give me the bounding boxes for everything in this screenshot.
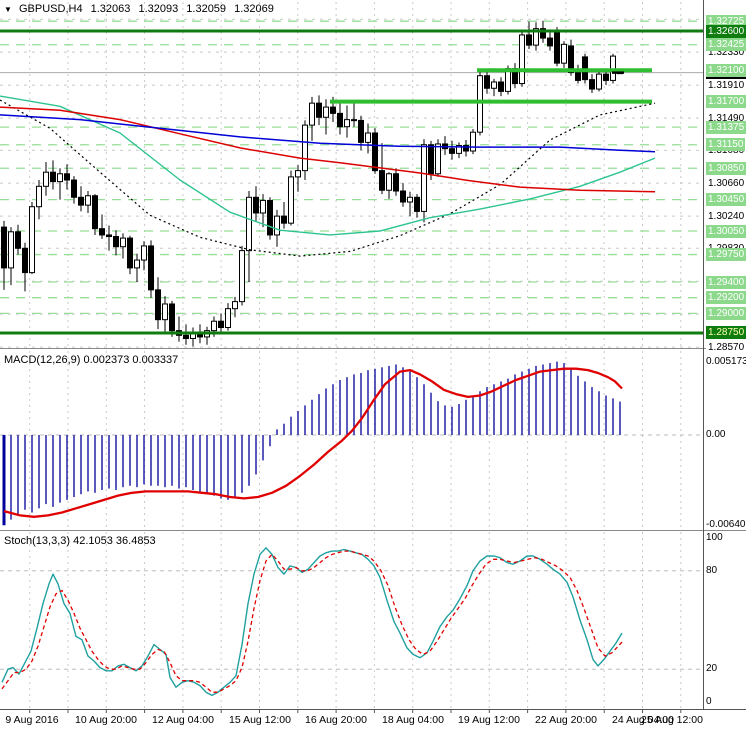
candle-body [302, 124, 308, 172]
candle-body [351, 119, 357, 122]
candle-body [386, 173, 392, 191]
candle-body [554, 31, 560, 64]
candle-body [22, 247, 28, 274]
candle-body [8, 231, 14, 269]
candle-body [155, 289, 161, 321]
candle-body [134, 259, 140, 269]
candle-body [400, 190, 406, 203]
candle-body [127, 237, 133, 269]
candle-body [218, 320, 224, 329]
candle-body [232, 301, 238, 310]
candle-body [148, 245, 154, 291]
candle-body [372, 132, 378, 172]
candle-body [393, 173, 399, 192]
candle-body [519, 34, 525, 85]
candle-body [330, 106, 336, 114]
candle-body [295, 170, 301, 178]
chart-close-value: 1.32069 [234, 3, 274, 15]
candle-body [225, 308, 231, 329]
ma-blue [0, 114, 656, 153]
candle-body [239, 250, 245, 303]
candle-body [43, 171, 49, 187]
candle-body [260, 199, 266, 214]
candle-body [288, 176, 294, 224]
candle-body [57, 173, 63, 183]
candle-body [421, 144, 427, 212]
stoch-indicator-label: Stoch(13,3,3) 42.1053 36.4853 [4, 535, 161, 547]
main-chart-title: ▼ GBPUSD,H4 1.32063 1.32093 1.32059 1.32… [4, 3, 279, 15]
mt4-chart-window: 1.32330 1.31910 1.31490 1.31080 1.30660 1.302… [0, 0, 746, 731]
candle-body [253, 196, 259, 214]
macd-indicator-label: MACD(12,26,9) 0.002373 0.003337 [4, 354, 183, 366]
candle-body [267, 199, 273, 236]
candle-body [162, 303, 168, 321]
candle-body [428, 144, 434, 175]
candle-body [29, 206, 35, 274]
candle-body [358, 119, 364, 143]
candle-body [120, 237, 126, 248]
candle-body [36, 185, 42, 208]
candle-body [414, 196, 420, 212]
candle-body [484, 75, 490, 89]
chart-low-value: 1.32059 [186, 3, 227, 15]
symbol-dropdown-icon[interactable]: ▼ [4, 5, 12, 14]
candle-body [344, 119, 350, 128]
candle-body [64, 173, 70, 181]
candle-body [596, 73, 602, 90]
candle-body [449, 148, 455, 154]
candle-body [78, 196, 84, 206]
candle-body [589, 79, 595, 90]
candle-body [106, 234, 112, 238]
candle-body [281, 215, 287, 224]
candle-body [85, 195, 91, 206]
candle-body [379, 170, 385, 191]
candle-body [407, 196, 413, 203]
candle-body [498, 81, 504, 92]
candle-body [575, 72, 581, 81]
candle-body [246, 196, 252, 252]
candle-body [561, 43, 567, 64]
candle-body [99, 228, 105, 236]
candle-body [491, 81, 497, 89]
candle-body [547, 37, 553, 47]
candle-body [169, 303, 175, 332]
candle-body [337, 112, 343, 128]
candle-body [365, 132, 371, 143]
candle-body [1, 226, 7, 269]
chart-symbol-period: GBPUSD,H4 [18, 3, 83, 15]
candle-body [50, 171, 56, 183]
candle-body [183, 334, 189, 339]
stoch-label-text: Stoch(13,3,3) 42.1053 36.4853 [4, 535, 156, 547]
candle-body [274, 215, 280, 236]
candle-body [211, 320, 217, 332]
candle-body [526, 34, 532, 46]
candle-body [477, 75, 483, 133]
candle-body [470, 131, 476, 152]
ma-red [0, 106, 656, 193]
candle-body [603, 73, 609, 81]
candle-body [113, 236, 119, 248]
candle-body [141, 245, 147, 261]
candle-body [316, 102, 322, 118]
candle-body [71, 179, 77, 198]
chart-open-value: 1.32063 [90, 3, 131, 15]
candle-body [435, 143, 441, 175]
candle-body [309, 102, 315, 126]
candle-body [15, 231, 21, 249]
candle-body [323, 106, 329, 118]
candle-body [92, 195, 98, 230]
stoch-d-line [1, 550, 623, 693]
stoch-k-line [1, 547, 623, 697]
macd-label-text: MACD(12,26,9) 0.002373 0.003337 [4, 354, 179, 366]
chart-high-value: 1.32093 [138, 3, 179, 15]
